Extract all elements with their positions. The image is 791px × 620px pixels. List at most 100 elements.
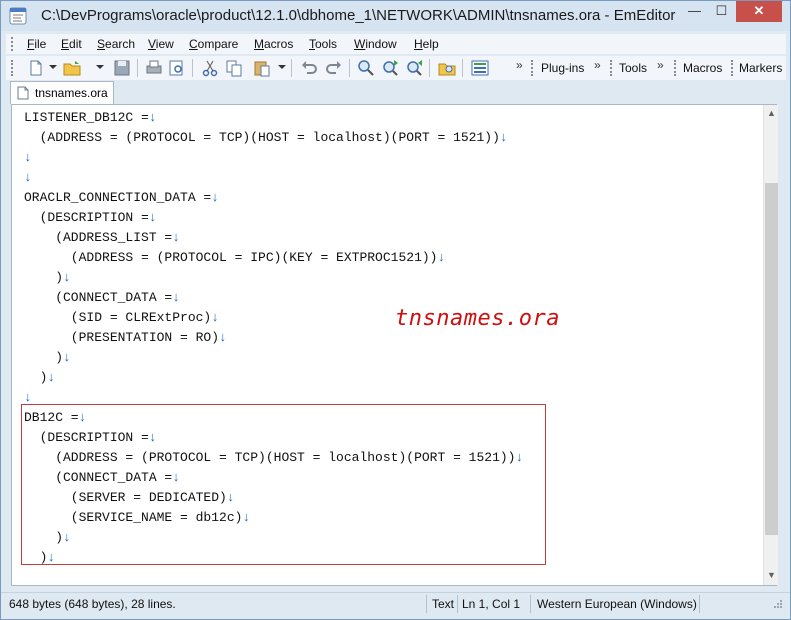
eol-marker: ↓ — [172, 230, 181, 245]
toolbar-separator — [462, 59, 463, 77]
emeditor-app-icon[interactable] — [9, 7, 27, 25]
eol-marker: ↓ — [24, 150, 32, 165]
find-icon[interactable] — [356, 58, 376, 78]
menu-grip[interactable] — [11, 37, 14, 51]
document-icon — [17, 86, 29, 100]
toolbar-more-button[interactable]: » — [516, 58, 523, 72]
tools-toolbar-label[interactable]: Tools — [619, 61, 647, 75]
code-line[interactable]: ↓ — [24, 148, 523, 168]
save-icon[interactable] — [112, 58, 132, 78]
file-size-status: 648 bytes (648 bytes), 28 lines. — [9, 597, 176, 611]
toolbar-grip[interactable] — [531, 60, 534, 76]
customize-icon[interactable] — [470, 58, 490, 78]
menu-help[interactable]: Help — [414, 37, 439, 51]
new-file-dropdown[interactable] — [49, 65, 57, 69]
menu-edit-rest: dit — [69, 37, 82, 51]
code-line[interactable]: (DESCRIPTION =↓ — [24, 208, 523, 228]
scrollbar-thumb[interactable] — [765, 183, 778, 535]
code-line[interactable]: (ADDRESS = (PROTOCOL = TCP)(HOST = local… — [24, 128, 523, 148]
toolbar-separator — [291, 59, 292, 77]
undo-icon[interactable] — [299, 58, 319, 78]
code-line[interactable]: (ADDRESS_LIST =↓ — [24, 228, 523, 248]
code-line-text: ) — [24, 350, 64, 365]
code-line-text: (SID = CLRExtProc) — [24, 310, 212, 325]
paste-icon[interactable] — [252, 58, 272, 78]
scroll-up-arrow-icon[interactable]: ▲ — [764, 105, 779, 122]
tnsnames-annotation: tnsnames.ora — [395, 306, 560, 331]
find-in-files-icon[interactable] — [437, 58, 457, 78]
close-button[interactable]: ✕ — [736, 1, 782, 22]
menu-file[interactable]: File — [27, 37, 46, 51]
markers-toolbar-label[interactable]: Markers — [739, 61, 782, 75]
encoding-status[interactable]: Western European (Windows) — [537, 597, 697, 611]
status-separator — [426, 595, 427, 613]
mode-status[interactable]: Text — [432, 597, 454, 611]
macros-toolbar-label[interactable]: Macros — [683, 61, 722, 75]
title-bar[interactable]: C:\DevPrograms\oracle\product\12.1.0\dbh… — [1, 1, 790, 31]
open-dropdown[interactable] — [96, 65, 104, 69]
open-folder-icon[interactable] — [62, 58, 82, 78]
code-line[interactable]: ORACLR_CONNECTION_DATA =↓ — [24, 188, 523, 208]
cursor-position-status[interactable]: Ln 1, Col 1 — [462, 597, 520, 611]
menu-edit[interactable]: Edit — [61, 37, 82, 51]
toolbar: » Plug-ins » Tools » Macros Markers — [6, 56, 786, 80]
menu-view[interactable]: View — [148, 37, 174, 51]
toolbar-grip[interactable] — [674, 60, 677, 76]
code-line-text: (CONNECT_DATA = — [24, 290, 173, 305]
eol-marker: ↓ — [24, 170, 32, 185]
code-line[interactable]: ↓ — [24, 168, 523, 188]
toolbar-grip[interactable] — [731, 60, 734, 76]
code-line[interactable]: (ADDRESS = (PROTOCOL = IPC)(KEY = EXTPRO… — [24, 248, 523, 268]
menu-window[interactable]: Window — [354, 37, 397, 51]
tab-tnsnames-ora[interactable]: tnsnames.ora — [10, 81, 114, 104]
code-line[interactable]: (PRESENTATION = RO)↓ — [24, 328, 523, 348]
new-file-icon[interactable] — [26, 58, 46, 78]
menu-compare[interactable]: Compare — [189, 37, 238, 51]
scroll-down-arrow-icon[interactable]: ▼ — [764, 567, 779, 584]
menu-help-mnemonic: H — [414, 37, 423, 51]
eol-marker: ↓ — [63, 270, 71, 285]
find-previous-icon[interactable] — [404, 58, 424, 78]
toolbar-separator — [349, 59, 350, 77]
code-line[interactable] — [24, 568, 523, 588]
paste-dropdown[interactable] — [278, 65, 286, 69]
toolbar-separator — [137, 59, 138, 77]
code-line-text: (DESCRIPTION = — [24, 210, 149, 225]
menu-view-rest: iew — [155, 37, 174, 51]
code-line[interactable]: (CONNECT_DATA =↓ — [24, 288, 523, 308]
copy-icon[interactable] — [224, 58, 244, 78]
menu-file-rest: ile — [34, 37, 47, 51]
eol-marker: ↓ — [63, 350, 71, 365]
menu-macros-rest: acros — [264, 37, 294, 51]
code-line[interactable]: LISTENER_DB12C =↓ — [24, 108, 523, 128]
menu-macros[interactable]: Macros — [254, 37, 293, 51]
minimize-button[interactable]: — — [681, 1, 708, 22]
print-icon[interactable] — [144, 58, 164, 78]
maximize-button[interactable]: ☐ — [708, 1, 735, 22]
menu-search-mnemonic: S — [97, 37, 106, 51]
menu-compare-mnemonic: C — [189, 37, 198, 51]
menu-search[interactable]: Search — [97, 37, 135, 51]
code-line[interactable]: )↓ — [24, 268, 523, 288]
code-line[interactable]: )↓ — [24, 368, 523, 388]
code-line-text: (ADDRESS = (PROTOCOL = IPC)(KEY = EXTPRO… — [24, 250, 438, 265]
menu-macros-mnemonic: M — [254, 37, 264, 51]
find-next-icon[interactable] — [380, 58, 400, 78]
cut-icon[interactable] — [200, 58, 220, 78]
toolbar-separator — [192, 59, 193, 77]
toolbar-grip[interactable] — [610, 60, 613, 76]
text-editor[interactable]: LISTENER_DB12C =↓ (ADDRESS = (PROTOCOL =… — [11, 104, 778, 588]
menu-bar: File Edit Search View Compare Macros Too… — [6, 34, 786, 54]
plugins-toolbar-label[interactable]: Plug-ins — [541, 61, 584, 75]
print-preview-icon[interactable] — [167, 58, 187, 78]
vertical-scrollbar[interactable]: ▲ ▼ — [763, 105, 778, 585]
toolbar-separator — [429, 59, 430, 77]
redo-icon[interactable] — [324, 58, 344, 78]
code-line[interactable]: )↓ — [24, 348, 523, 368]
tools-more-button[interactable]: » — [657, 58, 664, 72]
menu-tools[interactable]: Tools — [309, 37, 337, 51]
toolbar-grip[interactable] — [11, 60, 14, 76]
plugins-more-button[interactable]: » — [594, 58, 601, 72]
resize-grip-icon[interactable] — [769, 597, 783, 611]
db12c-highlight-box — [21, 404, 546, 565]
